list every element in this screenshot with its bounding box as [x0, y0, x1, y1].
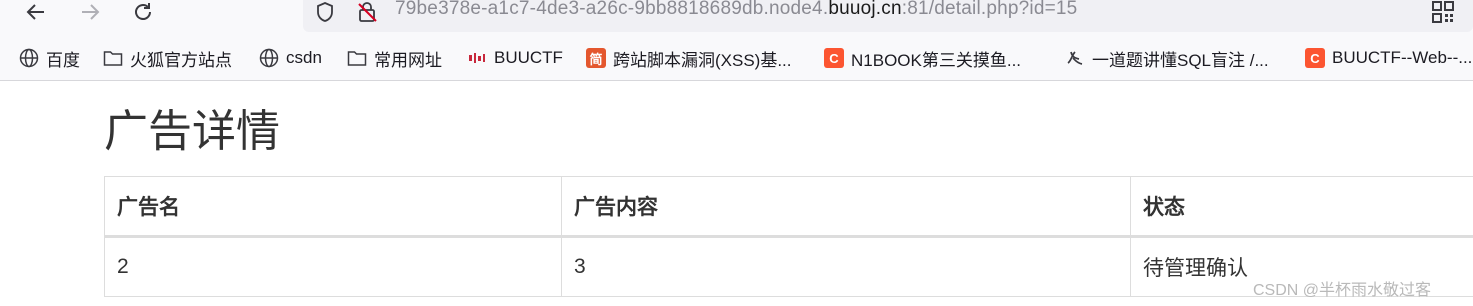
url-bar[interactable]: 79be378e-a1c7-4de3-a26c-9bb8818689db.nod…: [303, 0, 1473, 32]
forward-button[interactable]: [76, 0, 104, 24]
bookmark-label: csdn: [286, 48, 322, 67]
back-button[interactable]: [22, 0, 50, 24]
qr-code-icon[interactable]: [1432, 1, 1454, 23]
column-header-ad-content: 广告内容: [561, 176, 1131, 238]
reload-button[interactable]: [129, 0, 157, 24]
bookmark-label: BUUCTF--Web--...: [1332, 48, 1473, 67]
bookmark-label: 火狐官方站点: [130, 50, 232, 70]
bookmark-csdn[interactable]: csdn: [258, 45, 322, 71]
globe-icon: [18, 47, 40, 69]
hand-logo-icon: [1064, 47, 1086, 69]
jian-icon: 简: [585, 47, 607, 69]
csdn-c-icon: C: [823, 47, 845, 69]
bookmark-baidu[interactable]: 百度: [18, 45, 80, 71]
bookmark-common-sites[interactable]: 常用网址: [346, 45, 442, 71]
url-host: buuoj.cn: [828, 0, 902, 19]
browser-toolbar: 79be378e-a1c7-4de3-a26c-9bb8818689db.nod…: [0, 0, 1473, 34]
csdn-c-glyph: C: [824, 48, 844, 68]
buuctf-logo-icon: [466, 47, 488, 69]
bookmark-label: 一道题讲懂SQL盲注 /...: [1092, 50, 1269, 70]
bookmark-buuctf-web[interactable]: C BUUCTF--Web--...: [1304, 45, 1472, 71]
arrow-left-icon: [26, 4, 44, 20]
watermark: CSDN @半杯雨水敬过客: [1253, 282, 1432, 299]
shield-icon[interactable]: [313, 0, 337, 24]
bookmark-label: 常用网址: [374, 50, 442, 70]
bookmark-label: 跨站脚本漏洞(XSS)基...: [613, 50, 792, 70]
cell-ad-name: 2: [104, 236, 562, 297]
cell-ad-content: 3: [561, 236, 1131, 297]
bookmark-label: 百度: [46, 50, 80, 70]
page-title: 广告详情: [104, 107, 280, 156]
bookmark-buuctf[interactable]: BUUCTF: [466, 45, 563, 71]
globe-icon: [258, 47, 280, 69]
arrow-right-icon: [82, 4, 100, 20]
jian-glyph: 简: [586, 48, 606, 68]
bookmarks-bar: 百度 火狐官方站点 csdn 常用网址 BUUCTF 简 跨站脚本漏洞(XSS)…: [0, 34, 1473, 81]
column-header-ad-name: 广告名: [104, 176, 562, 238]
url-suffix: :81/detail.php?id=15: [901, 0, 1078, 19]
url-prefix: 79be378e-a1c7-4de3-a26c-9bb8818689db.nod…: [395, 0, 829, 19]
bookmark-xss[interactable]: 简 跨站脚本漏洞(XSS)基...: [585, 45, 792, 71]
insecure-lock-icon[interactable]: [355, 0, 379, 24]
url-text[interactable]: 79be378e-a1c7-4de3-a26c-9bb8818689db.nod…: [395, 0, 1077, 20]
bookmark-firefox-official[interactable]: 火狐官方站点: [102, 45, 232, 71]
bookmark-label: BUUCTF: [494, 48, 563, 67]
column-header-status: 状态: [1130, 176, 1473, 238]
csdn-c-icon: C: [1304, 47, 1326, 69]
reload-icon: [135, 3, 151, 20]
bookmark-label: N1BOOK第三关摸鱼...: [851, 50, 1022, 70]
csdn-c-glyph: C: [1305, 48, 1325, 68]
table-header-row: 广告名 广告内容 状态: [104, 176, 1473, 238]
folder-icon: [102, 47, 124, 69]
bookmark-n1book[interactable]: C N1BOOK第三关摸鱼...: [823, 45, 1021, 71]
bookmark-sql-blind[interactable]: 一道题讲懂SQL盲注 /...: [1064, 45, 1269, 71]
folder-icon: [346, 47, 368, 69]
